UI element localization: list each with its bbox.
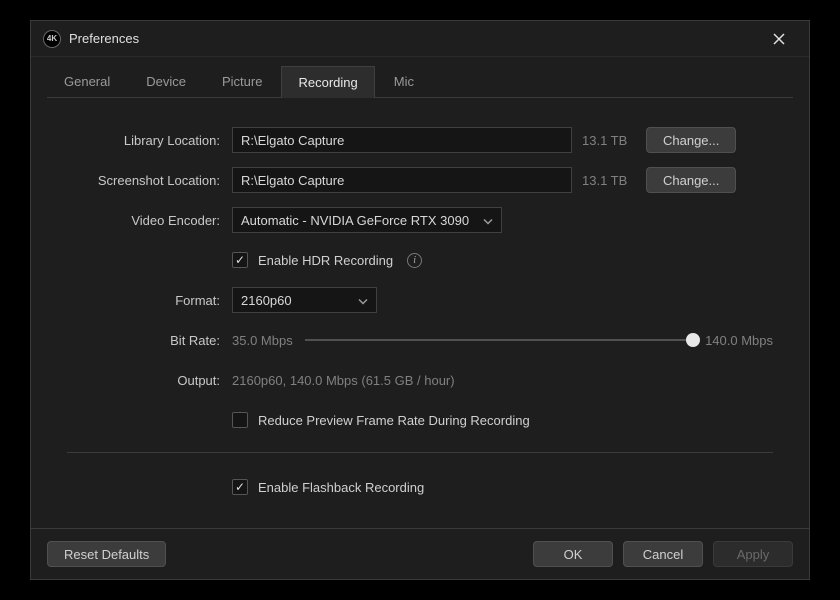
output-label: Output: <box>67 373 232 388</box>
ok-button[interactable]: OK <box>533 541 613 567</box>
enable-hdr-checkbox[interactable] <box>232 252 248 268</box>
chevron-down-icon <box>483 213 493 228</box>
tab-mic[interactable]: Mic <box>377 65 431 97</box>
info-icon[interactable]: i <box>407 253 422 268</box>
format-value: 2160p60 <box>241 293 292 308</box>
reduce-preview-label[interactable]: Reduce Preview Frame Rate During Recordi… <box>258 413 530 428</box>
library-location-input[interactable] <box>232 127 572 153</box>
close-icon <box>773 33 785 45</box>
section-divider <box>67 452 773 453</box>
library-location-label: Library Location: <box>67 133 232 148</box>
bitrate-slider-thumb[interactable] <box>686 333 700 347</box>
bitrate-min-text: 35.0 Mbps <box>232 333 293 348</box>
screenshot-change-button[interactable]: Change... <box>646 167 736 193</box>
close-button[interactable] <box>761 21 797 57</box>
titlebar: 4K Preferences <box>31 21 809 57</box>
screenshot-size-text: 13.1 TB <box>582 173 636 188</box>
chevron-down-icon <box>358 293 368 308</box>
reset-defaults-button[interactable]: Reset Defaults <box>47 541 166 567</box>
enable-hdr-label[interactable]: Enable HDR Recording <box>258 253 393 268</box>
apply-button[interactable]: Apply <box>713 541 793 567</box>
tab-content-recording: Library Location: 13.1 TB Change... Scre… <box>47 98 793 516</box>
tab-device[interactable]: Device <box>129 65 203 97</box>
tab-picture[interactable]: Picture <box>205 65 279 97</box>
reduce-preview-checkbox[interactable] <box>232 412 248 428</box>
dialog-footer: Reset Defaults OK Cancel Apply <box>31 528 809 579</box>
format-label: Format: <box>67 293 232 308</box>
cancel-button[interactable]: Cancel <box>623 541 703 567</box>
preferences-window: 4K Preferences General Device Picture Re… <box>30 20 810 580</box>
tab-bar: General Device Picture Recording Mic <box>47 65 793 98</box>
output-value: 2160p60, 140.0 Mbps (61.5 GB / hour) <box>232 373 455 388</box>
enable-flashback-checkbox[interactable] <box>232 479 248 495</box>
format-select[interactable]: 2160p60 <box>232 287 377 313</box>
tab-general[interactable]: General <box>47 65 127 97</box>
window-title: Preferences <box>69 31 761 46</box>
library-size-text: 13.1 TB <box>582 133 636 148</box>
bitrate-slider[interactable] <box>305 333 693 347</box>
library-change-button[interactable]: Change... <box>646 127 736 153</box>
app-icon: 4K <box>43 30 61 48</box>
window-body: General Device Picture Recording Mic Lib… <box>31 57 809 528</box>
video-encoder-label: Video Encoder: <box>67 213 232 228</box>
enable-flashback-label[interactable]: Enable Flashback Recording <box>258 480 424 495</box>
bitrate-max-text: 140.0 Mbps <box>705 333 773 348</box>
tab-recording[interactable]: Recording <box>281 66 374 98</box>
video-encoder-value: Automatic - NVIDIA GeForce RTX 3090 <box>241 213 469 228</box>
screenshot-location-label: Screenshot Location: <box>67 173 232 188</box>
video-encoder-select[interactable]: Automatic - NVIDIA GeForce RTX 3090 <box>232 207 502 233</box>
bitrate-label: Bit Rate: <box>67 333 232 348</box>
screenshot-location-input[interactable] <box>232 167 572 193</box>
